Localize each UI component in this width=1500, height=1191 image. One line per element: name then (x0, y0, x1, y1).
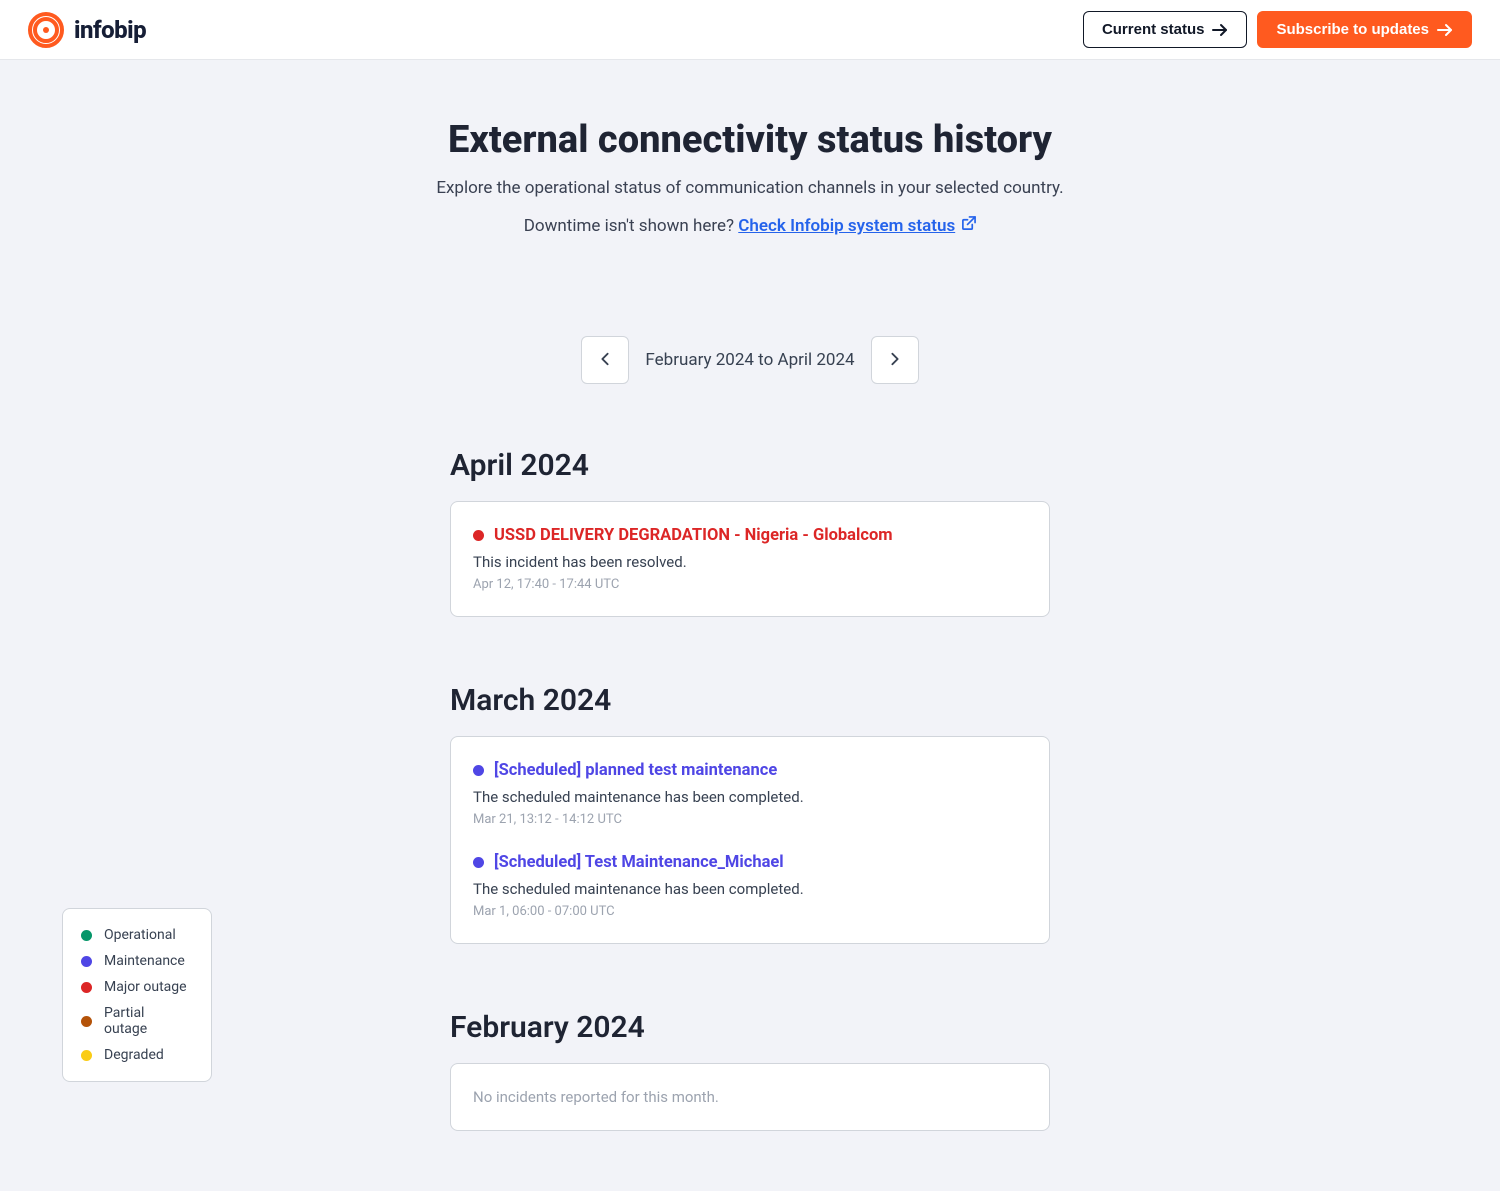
months-list: April 2024 USSD DELIVERY DEGRADATION - Ni… (450, 424, 1050, 1131)
month-card: No incidents reported for this month. (450, 1063, 1050, 1131)
downtime-help-line: Downtime isn't shown here? Check Infobip… (436, 216, 1063, 236)
incident-timestamp: Apr 12, 17:40 - 17:44 UTC (473, 577, 1027, 592)
month-card: [Scheduled] planned test maintenance The … (450, 736, 1050, 944)
incident-description: The scheduled maintenance has been compl… (473, 788, 1027, 806)
subscribe-label: Subscribe to updates (1276, 22, 1429, 37)
legend-item: Maintenance (81, 953, 189, 969)
page-subtitle: Explore the operational status of commun… (436, 178, 1063, 198)
chevron-left-icon (599, 352, 611, 369)
incident-timestamp: Mar 1, 06:00 - 07:00 UTC (473, 904, 1027, 919)
date-pager: February 2024 to April 2024 (581, 336, 918, 384)
brand-logo-icon (28, 12, 64, 48)
legend-dot-icon (81, 930, 92, 941)
subscribe-button[interactable]: Subscribe to updates (1257, 11, 1472, 48)
incident-title-label: USSD DELIVERY DEGRADATION - Nigeria - Gl… (494, 526, 893, 545)
legend-label: Partial outage (104, 1005, 189, 1037)
legend-item: Operational (81, 927, 189, 943)
legend-label: Maintenance (104, 953, 185, 969)
incident-description: This incident has been resolved. (473, 553, 1027, 571)
status-dot-icon (473, 765, 484, 776)
downtime-prefix: Downtime isn't shown here? (524, 216, 739, 236)
incident-title[interactable]: USSD DELIVERY DEGRADATION - Nigeria - Gl… (473, 526, 1027, 545)
month-empty-message: No incidents reported for this month. (473, 1088, 1027, 1106)
month-heading: March 2024 (450, 683, 1050, 718)
legend-dot-icon (81, 1016, 92, 1027)
brand-logo[interactable]: infobip (28, 12, 146, 48)
incident-description: The scheduled maintenance has been compl… (473, 880, 1027, 898)
legend-label: Major outage (104, 979, 187, 995)
legend-item: Major outage (81, 979, 189, 995)
incident-title-label: [Scheduled] Test Maintenance_Michael (494, 853, 784, 872)
incident-title[interactable]: [Scheduled] planned test maintenance (473, 761, 1027, 780)
header-actions: Current status Subscribe to updates (1083, 11, 1472, 48)
incident-item: USSD DELIVERY DEGRADATION - Nigeria - Gl… (473, 526, 1027, 592)
status-dot-icon (473, 530, 484, 541)
next-range-button[interactable] (871, 336, 919, 384)
legend-label: Operational (104, 927, 176, 943)
status-legend: Operational Maintenance Major outage Partia… (62, 908, 212, 1082)
current-status-button[interactable]: Current status (1083, 11, 1248, 48)
current-status-label: Current status (1102, 22, 1205, 37)
month-heading: February 2024 (450, 1010, 1050, 1045)
incident-title-label: [Scheduled] planned test maintenance (494, 761, 777, 780)
brand-name: infobip (74, 16, 146, 44)
date-range-label: February 2024 to April 2024 (645, 350, 854, 370)
month-card: USSD DELIVERY DEGRADATION - Nigeria - Gl… (450, 501, 1050, 617)
incident-title[interactable]: [Scheduled] Test Maintenance_Michael (473, 853, 1027, 872)
page-title: External connectivity status history (436, 118, 1063, 162)
status-dot-icon (473, 857, 484, 868)
legend-dot-icon (81, 982, 92, 993)
incident-item: [Scheduled] planned test maintenance The … (473, 761, 1027, 827)
arrow-right-icon (1212, 23, 1228, 37)
legend-dot-icon (81, 1050, 92, 1061)
external-link-icon (961, 216, 976, 236)
legend-item: Partial outage (81, 1005, 189, 1037)
incident-timestamp: Mar 21, 13:12 - 14:12 UTC (473, 812, 1027, 827)
header: infobip Current status Subscribe to upda… (0, 0, 1500, 60)
incident-item: [Scheduled] Test Maintenance_Michael The … (473, 853, 1027, 919)
chevron-right-icon (889, 352, 901, 369)
legend-dot-icon (81, 956, 92, 967)
month-heading: April 2024 (450, 448, 1050, 483)
legend-item: Degraded (81, 1047, 189, 1063)
check-system-status-link[interactable]: Check Infobip system status (738, 216, 976, 236)
page: External connectivity status history Exp… (0, 60, 1500, 1191)
legend-label: Degraded (104, 1047, 164, 1063)
prev-range-button[interactable] (581, 336, 629, 384)
check-system-status-label: Check Infobip system status (738, 216, 955, 236)
arrow-right-icon (1437, 23, 1453, 37)
hero: External connectivity status history Exp… (416, 60, 1083, 236)
